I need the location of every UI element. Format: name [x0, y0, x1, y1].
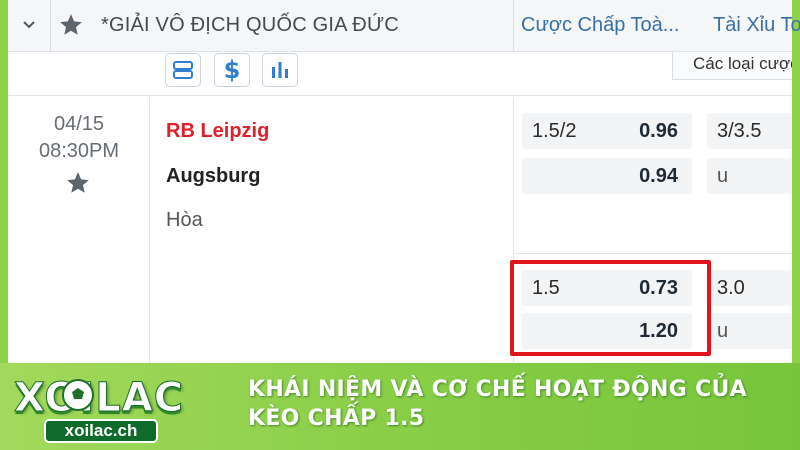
- odds-row-divider: [513, 253, 792, 254]
- match-row: 04/15 08:30PM RB Leipzig Augsburg Hòa 1.…: [8, 97, 792, 363]
- handicap-home-cell[interactable]: 1.5/2 0.96: [522, 113, 692, 149]
- overunder-line: 3/3.5: [717, 120, 762, 142]
- away-team-name[interactable]: Augsburg: [166, 165, 260, 188]
- handicap-home-price: 0.96: [639, 120, 678, 142]
- logo-domain-pill: xoilac.ch: [44, 419, 158, 443]
- draw-label: Hòa: [166, 209, 203, 231]
- bet-types-tab[interactable]: Các loại cược: [672, 52, 792, 80]
- league-header: *GIẢI VÔ ĐỊCH QUỐC GIA ĐỨC Cược Chấp Toà…: [8, 0, 800, 52]
- handicap-away-price: 0.94: [639, 165, 678, 187]
- odds-button[interactable]: $: [214, 53, 250, 87]
- tools-row: $ Các loại cược: [8, 52, 792, 96]
- column-handicap-header[interactable]: Cược Chấp Toà...: [521, 14, 679, 37]
- stats-button[interactable]: [262, 53, 298, 87]
- favorite-star-icon[interactable]: [65, 170, 91, 196]
- overunder-under-cell[interactable]: u: [707, 313, 792, 349]
- match-time: 08:30PM: [38, 140, 120, 162]
- soccer-ball-icon: [62, 379, 94, 411]
- overunder-under-label: u: [717, 320, 729, 342]
- overunder-over-cell[interactable]: 3/3.5: [707, 113, 792, 149]
- overunder-under-cell[interactable]: u: [707, 158, 792, 194]
- logo-domain: xoilac.ch: [64, 421, 138, 440]
- home-team-name[interactable]: RB Leipzig: [166, 120, 269, 143]
- star-icon[interactable]: [58, 12, 84, 38]
- column-overunder-header[interactable]: Tài Xỉu To: [713, 14, 800, 37]
- league-title: *GIẢI VÔ ĐỊCH QUỐC GIA ĐỨC: [101, 14, 399, 36]
- header-divider: [50, 0, 51, 52]
- banner-title: KHÁI NIỆM VÀ CƠ CHẾ HOẠT ĐỘNG CỦA KÈO CH…: [248, 377, 748, 431]
- highlight-box: [510, 260, 711, 356]
- logo-text: XOILAC: [13, 375, 185, 422]
- chevron-down-icon[interactable]: [22, 18, 36, 32]
- match-time-column: 04/15 08:30PM: [8, 97, 150, 363]
- promo-banner: XOILAC xoilac.ch KHÁI NIỆM VÀ CƠ CHẾ HOẠ…: [0, 363, 800, 450]
- overunder-under-label: u: [717, 165, 729, 187]
- header-divider-odds: [513, 0, 514, 52]
- schedule-button[interactable]: [165, 53, 201, 87]
- handicap-away-cell[interactable]: 0.94: [522, 158, 692, 194]
- schedule-icon: [173, 61, 193, 79]
- handicap-line: 1.5/2: [532, 120, 577, 142]
- overunder-line: 3.0: [717, 277, 745, 299]
- bar-chart-icon: [272, 62, 288, 78]
- overunder-over-cell[interactable]: 3.0: [707, 270, 792, 306]
- match-date: 04/15: [53, 113, 105, 135]
- xoilac-logo[interactable]: XOILAC xoilac.ch: [13, 375, 185, 443]
- dollar-icon: $: [223, 56, 241, 84]
